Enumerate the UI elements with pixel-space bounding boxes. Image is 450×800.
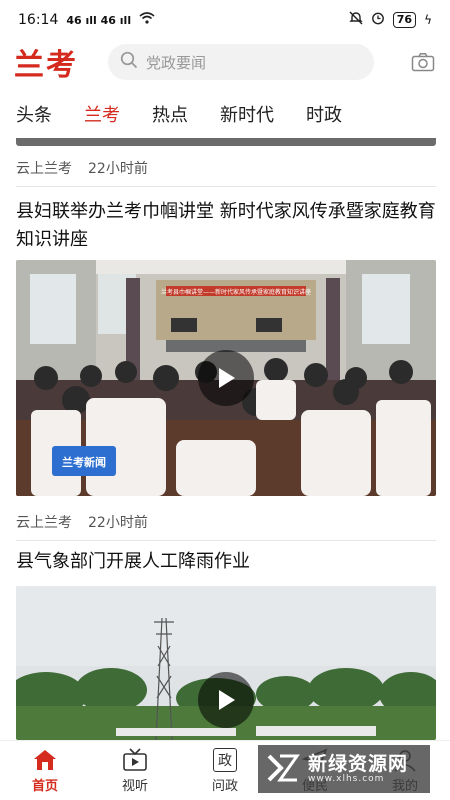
- tab-lankao[interactable]: 兰考: [84, 101, 120, 127]
- play-icon[interactable]: [198, 350, 254, 406]
- divider: [16, 540, 436, 541]
- search-icon: [120, 51, 138, 73]
- charging-icon: ϟ: [424, 13, 432, 27]
- item-time: 22小时前: [88, 161, 148, 177]
- zheng-icon: 政: [211, 747, 239, 773]
- nav-home[interactable]: 首页: [0, 741, 90, 800]
- lankao-news-logo-text: 兰考新闻: [62, 455, 106, 469]
- video-thumbnail[interactable]: [16, 586, 436, 740]
- search-placeholder: 党政要闻: [146, 53, 207, 72]
- brand-logo: 兰考: [14, 48, 78, 83]
- nav-wenzheng[interactable]: 政 问政: [180, 741, 270, 800]
- banner-text: 兰考县巾帼讲堂——新时代家风传承暨家庭教育知识讲座: [161, 288, 311, 296]
- status-bar: 16:14 46 ıll 46 ıll 76 ϟ: [0, 0, 450, 40]
- nav-label: 问政: [211, 779, 238, 794]
- previous-item-image[interactable]: [16, 138, 436, 146]
- news-feed: 云上兰考 22小时前 县妇联举办兰考巾帼讲堂 新时代家风传承暨家庭教育知识讲座 …: [0, 136, 450, 740]
- play-icon[interactable]: [198, 672, 254, 728]
- zheng-glyph: 政: [213, 748, 237, 772]
- camera-icon[interactable]: [410, 51, 436, 73]
- nav-shiting[interactable]: 视听: [90, 741, 180, 800]
- signal-icon: 46 ıll 46 ıll: [66, 13, 132, 27]
- category-tabs: 头条 兰考 热点 新时代 时政: [0, 92, 450, 136]
- tv-icon: [121, 747, 149, 773]
- item-time: 22小时前: [88, 515, 148, 531]
- tab-redian[interactable]: 热点: [152, 101, 188, 127]
- nav-label: 视听: [121, 779, 148, 794]
- news-title[interactable]: 县妇联举办兰考巾帼讲堂 新时代家风传承暨家庭教育知识讲座: [16, 198, 436, 254]
- item-meta: 云上兰考 22小时前: [16, 512, 148, 532]
- clock: 16:14: [18, 12, 59, 28]
- tab-toutiao[interactable]: 头条: [16, 101, 52, 127]
- tab-xinshidai[interactable]: 新时代: [220, 101, 274, 127]
- watermark-text: 新绿资源网: [308, 753, 409, 775]
- item-source: 云上兰考: [16, 515, 72, 531]
- watermark-logo-icon: [266, 750, 300, 788]
- search-input[interactable]: 党政要闻: [108, 44, 374, 80]
- wifi-icon: [139, 12, 155, 28]
- item-meta: 云上兰考 22小时前: [16, 158, 148, 178]
- watermark-sub: www.xlhs.com: [308, 774, 385, 784]
- tab-shizheng[interactable]: 时政: [306, 101, 342, 127]
- mute-icon: [349, 11, 363, 29]
- item-source: 云上兰考: [16, 161, 72, 177]
- alarm-icon: [371, 11, 385, 29]
- site-watermark: 新绿资源网 www.xlhs.com: [258, 745, 430, 793]
- home-icon: [31, 747, 59, 773]
- app-header: 兰考 党政要闻: [0, 40, 450, 84]
- divider: [16, 186, 436, 187]
- news-title[interactable]: 县气象部门开展人工降雨作业: [16, 548, 436, 576]
- nav-label: 首页: [31, 779, 58, 794]
- video-thumbnail[interactable]: 兰考县巾帼讲堂——新时代家风传承暨家庭教育知识讲座 兰考新闻: [16, 260, 436, 496]
- battery-icon: 76: [392, 12, 417, 28]
